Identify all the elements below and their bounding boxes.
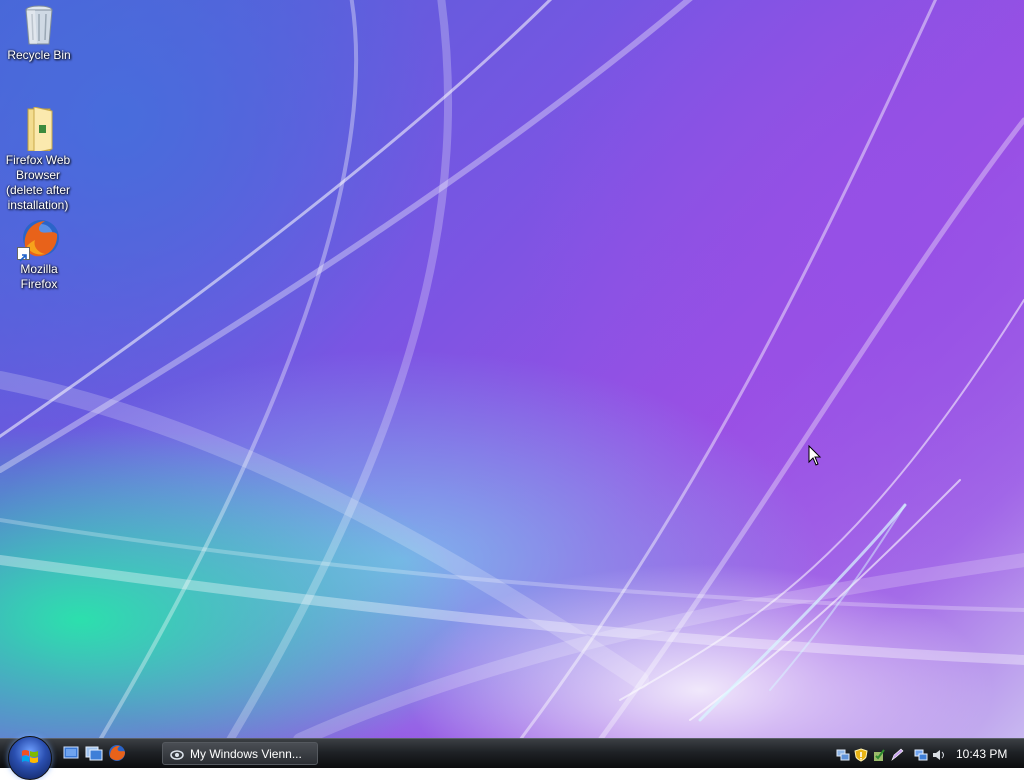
connection-icon[interactable] xyxy=(914,747,928,761)
firefox-quick-launch-icon[interactable] xyxy=(108,744,126,762)
system-tray: 10:43 PM xyxy=(836,739,1007,769)
folder-icon xyxy=(16,106,60,154)
recycle-bin-icon xyxy=(17,2,61,46)
mouse-pointer-icon xyxy=(808,444,822,471)
firefox-icon xyxy=(17,216,61,262)
firefox-installer-folder-desktop-icon[interactable]: Firefox Web Browser (delete after instal… xyxy=(0,106,76,213)
clock[interactable]: 10:43 PM xyxy=(956,747,1007,761)
desktop[interactable]: Recycle Bin Firefox Web Browser (delete … xyxy=(0,0,1024,738)
shortcut-arrow-icon xyxy=(17,247,30,262)
network-icon[interactable] xyxy=(836,747,850,761)
wallpaper xyxy=(0,0,1024,738)
mozilla-firefox-label: Mozilla Firefox xyxy=(20,262,58,291)
switch-windows-icon[interactable] xyxy=(85,744,103,762)
security-alert-icon[interactable] xyxy=(854,747,868,762)
pen-icon[interactable] xyxy=(890,747,904,761)
update-icon[interactable] xyxy=(872,747,886,761)
taskbar: My Windows Vienn... 10:43 PM xyxy=(0,736,1024,780)
windows-viewer-icon xyxy=(170,747,184,761)
show-desktop-icon[interactable] xyxy=(62,744,80,762)
recycle-bin-desktop-icon[interactable]: Recycle Bin xyxy=(1,2,77,63)
task-button-label: My Windows Vienn... xyxy=(190,746,302,761)
firefox-installer-folder-label: Firefox Web Browser (delete after instal… xyxy=(5,153,71,212)
recycle-bin-label: Recycle Bin xyxy=(7,48,71,62)
mozilla-firefox-desktop-icon[interactable]: Mozilla Firefox xyxy=(1,216,77,292)
start-button[interactable] xyxy=(8,736,52,780)
quick-launch xyxy=(62,744,126,762)
windows-orb-icon xyxy=(22,750,38,763)
volume-icon[interactable] xyxy=(932,747,946,761)
task-button-my-windows-viewer[interactable]: My Windows Vienn... xyxy=(162,742,318,765)
